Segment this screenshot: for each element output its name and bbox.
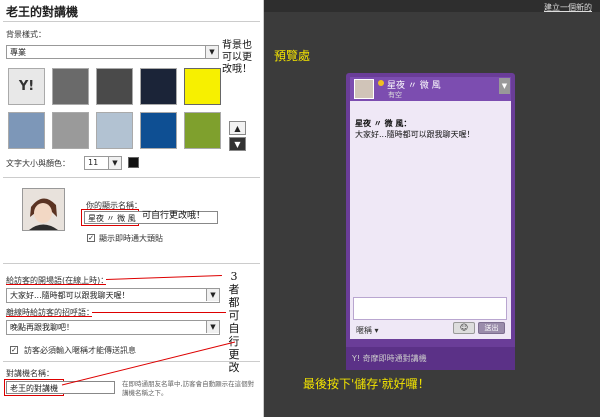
- avatar: [22, 188, 65, 231]
- divider: [3, 177, 260, 178]
- scroll-down-icon[interactable]: ▼: [229, 137, 246, 151]
- font-size-value: 11: [88, 158, 99, 167]
- preview-label: 預覽處: [274, 49, 311, 63]
- font-size-select[interactable]: 11 ▼: [84, 156, 122, 170]
- chevron-down-icon: ▼: [205, 46, 218, 58]
- theme-tile[interactable]: [52, 68, 89, 105]
- farewell-select[interactable]: 晚點再跟我聊吧！ ▼: [6, 320, 220, 335]
- font-color-swatch[interactable]: [128, 157, 139, 168]
- bg-style-select[interactable]: 專業 ▼: [6, 45, 219, 59]
- underline: [6, 316, 92, 317]
- display-name-value: 星夜 〃 微 風: [88, 214, 136, 223]
- theme-tile[interactable]: [96, 112, 133, 149]
- widget-name-value: 老王的對講機: [10, 384, 58, 393]
- page-title: 老王的對講機: [6, 5, 79, 19]
- chevron-down-icon: ▼: [206, 321, 219, 333]
- chevron-down-icon: ▼: [108, 157, 121, 169]
- send-button[interactable]: 送出: [478, 322, 505, 334]
- visitor-nickname-checkbox[interactable]: ✓: [10, 346, 18, 354]
- nickname-dropdown[interactable]: 暱稱 ▾: [356, 325, 379, 336]
- chevron-down-icon: ▼: [206, 289, 219, 301]
- scroll-up-icon[interactable]: ▲: [229, 121, 246, 135]
- divider: [3, 263, 260, 264]
- avatar: [354, 79, 374, 99]
- status-dot-icon: [378, 80, 384, 86]
- theme-tile[interactable]: [96, 68, 133, 105]
- emoticon-icon[interactable]: ☺: [453, 322, 475, 334]
- theme-tile[interactable]: [52, 112, 89, 149]
- create-new-link[interactable]: 建立一個新的: [544, 2, 592, 13]
- theme-tile[interactable]: [184, 68, 221, 105]
- nickname-label: 暱稱: [356, 326, 372, 335]
- chevron-down-icon: ▾: [374, 326, 379, 335]
- pointer-line: [92, 312, 226, 313]
- theme-tile[interactable]: [8, 112, 45, 149]
- greeting-select[interactable]: 大家好...隨時都可以跟我聊天喔！ ▼: [6, 288, 220, 303]
- theme-tile[interactable]: Y!: [8, 68, 45, 105]
- farewell-value: 晚點再跟我聊吧！: [10, 323, 74, 332]
- bg-style-label: 背景樣式：: [6, 30, 46, 39]
- brand-label: Y! 奇摩即時通對講機: [352, 354, 427, 363]
- message-sender: 星夜 〃 微 風：: [355, 119, 412, 128]
- theme-tile[interactable]: [140, 112, 177, 149]
- message-text: 大家好...隨時都可以跟我聊天喔！: [355, 130, 475, 139]
- chat-input[interactable]: [353, 297, 507, 320]
- bottom-note: 最後按下'儲存'就好囉！: [303, 377, 430, 391]
- theme-tile[interactable]: [140, 68, 177, 105]
- widget-name-label: 對講機名稱：: [6, 369, 54, 378]
- underline: [6, 284, 106, 285]
- preview-status: 有空: [388, 91, 402, 99]
- show-avatar-label: 顯示即時通大頭貼: [99, 234, 163, 243]
- font-label: 文字大小與顏色：: [6, 159, 70, 168]
- bg-style-value: 專業: [10, 48, 26, 57]
- bg-note: 背景也可以更改哦！: [222, 40, 252, 75]
- menu-chevron-icon[interactable]: ▼: [499, 78, 510, 94]
- divider: [3, 21, 260, 22]
- theme-tile[interactable]: [184, 112, 221, 149]
- pointer-line: [61, 341, 236, 386]
- show-avatar-checkbox[interactable]: ✓: [87, 234, 95, 242]
- greeting-value: 大家好...隨時都可以跟我聊天喔！: [10, 291, 130, 300]
- display-name-note: 可自行更改哦！: [142, 211, 206, 221]
